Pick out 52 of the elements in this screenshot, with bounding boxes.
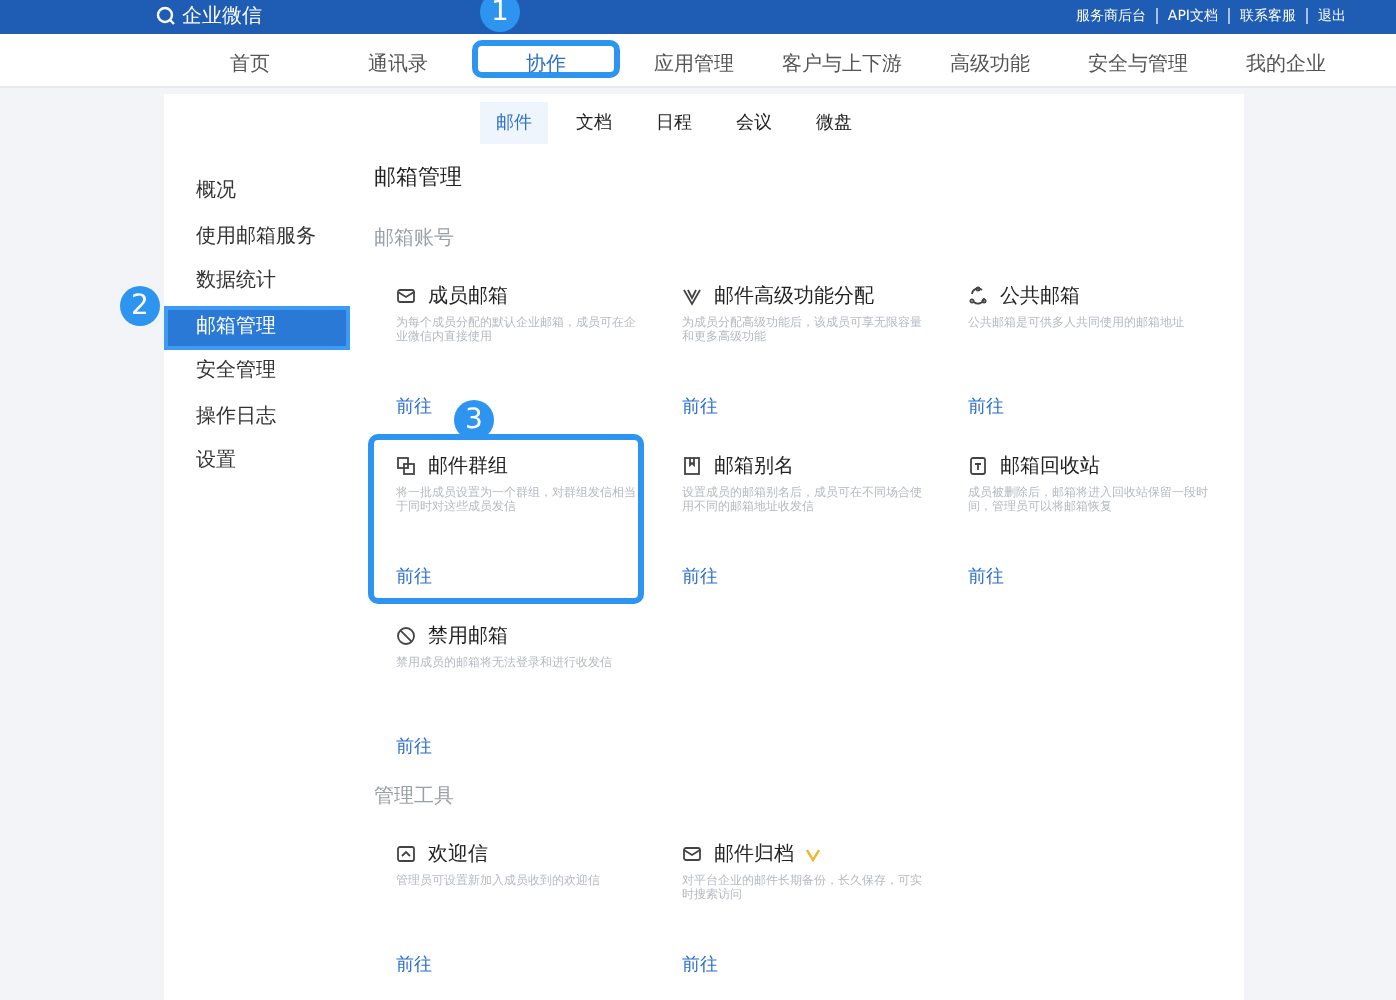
sidebar-item[interactable]: 安全管理: [164, 350, 350, 395]
card-title: 成员邮箱: [428, 283, 508, 310]
nav-tab[interactable]: 高级功能: [916, 40, 1064, 79]
ban-icon: [396, 626, 416, 646]
sub-tab[interactable]: 日程: [640, 101, 708, 143]
nav-tab[interactable]: 客户与上下游: [768, 40, 916, 79]
sidebar-item[interactable]: 使用邮箱服务: [164, 215, 350, 260]
callout-badge: 3: [454, 400, 494, 440]
card-title: 邮件群组: [428, 453, 508, 480]
logo: 企业微信: [156, 2, 262, 31]
go-link[interactable]: 前往: [682, 952, 718, 978]
v-mark-icon: [682, 286, 702, 306]
card-title: 邮件高级功能分配: [714, 283, 874, 310]
page-title: 邮箱管理: [374, 162, 464, 192]
sidebar-item[interactable]: 概况: [164, 170, 350, 215]
go-link[interactable]: 前往: [968, 564, 1004, 590]
card-title: 邮箱回收站: [1000, 453, 1100, 480]
sub-tab[interactable]: 会议: [720, 101, 788, 143]
go-link[interactable]: 前往: [396, 394, 432, 420]
sub-tab[interactable]: 文档: [560, 101, 628, 143]
bookmark-icon: [682, 456, 702, 476]
section-heading: 管理工具: [374, 784, 456, 810]
card-title: 欢迎信: [428, 841, 488, 868]
sidebar-item[interactable]: 操作日志: [164, 395, 350, 440]
sidebar-item[interactable]: 邮箱管理: [164, 305, 350, 350]
overlapping-squares-icon: [396, 456, 416, 476]
sub-tab[interactable]: 邮件: [480, 101, 548, 143]
sidebar-item[interactable]: 数据统计: [164, 260, 350, 305]
card-title: 邮箱别名: [714, 453, 794, 480]
nav-tab[interactable]: 我的企业: [1212, 40, 1360, 79]
nav-tab[interactable]: 通讯录: [324, 40, 472, 79]
go-link[interactable]: 前往: [968, 394, 1004, 420]
nav-tab[interactable]: 安全与管理: [1064, 40, 1212, 79]
go-link[interactable]: 前往: [396, 734, 432, 760]
section-heading: 邮箱账号: [374, 225, 456, 252]
card-title: 禁用邮箱: [428, 623, 508, 650]
card-title: 邮件归档: [714, 841, 794, 868]
card-title: 公共邮箱: [1000, 283, 1080, 310]
sub-tab[interactable]: 微盘: [800, 101, 868, 143]
go-link[interactable]: 前往: [396, 952, 432, 978]
nav-tab[interactable]: 应用管理: [620, 40, 768, 79]
go-link[interactable]: 前往: [682, 394, 718, 420]
go-link[interactable]: 前往: [682, 564, 718, 590]
envelope-icon: [396, 286, 416, 306]
letter-frame-icon: [396, 844, 416, 864]
callout-badge: 2: [120, 285, 160, 325]
nav-tab[interactable]: 首页: [176, 40, 324, 79]
go-link[interactable]: 前往: [396, 564, 432, 590]
nav-tab[interactable]: 协作: [472, 40, 620, 79]
sidebar-item[interactable]: 设置: [164, 440, 350, 485]
envelope-icon: [682, 844, 702, 864]
circular-arrows-icon: [968, 286, 988, 306]
